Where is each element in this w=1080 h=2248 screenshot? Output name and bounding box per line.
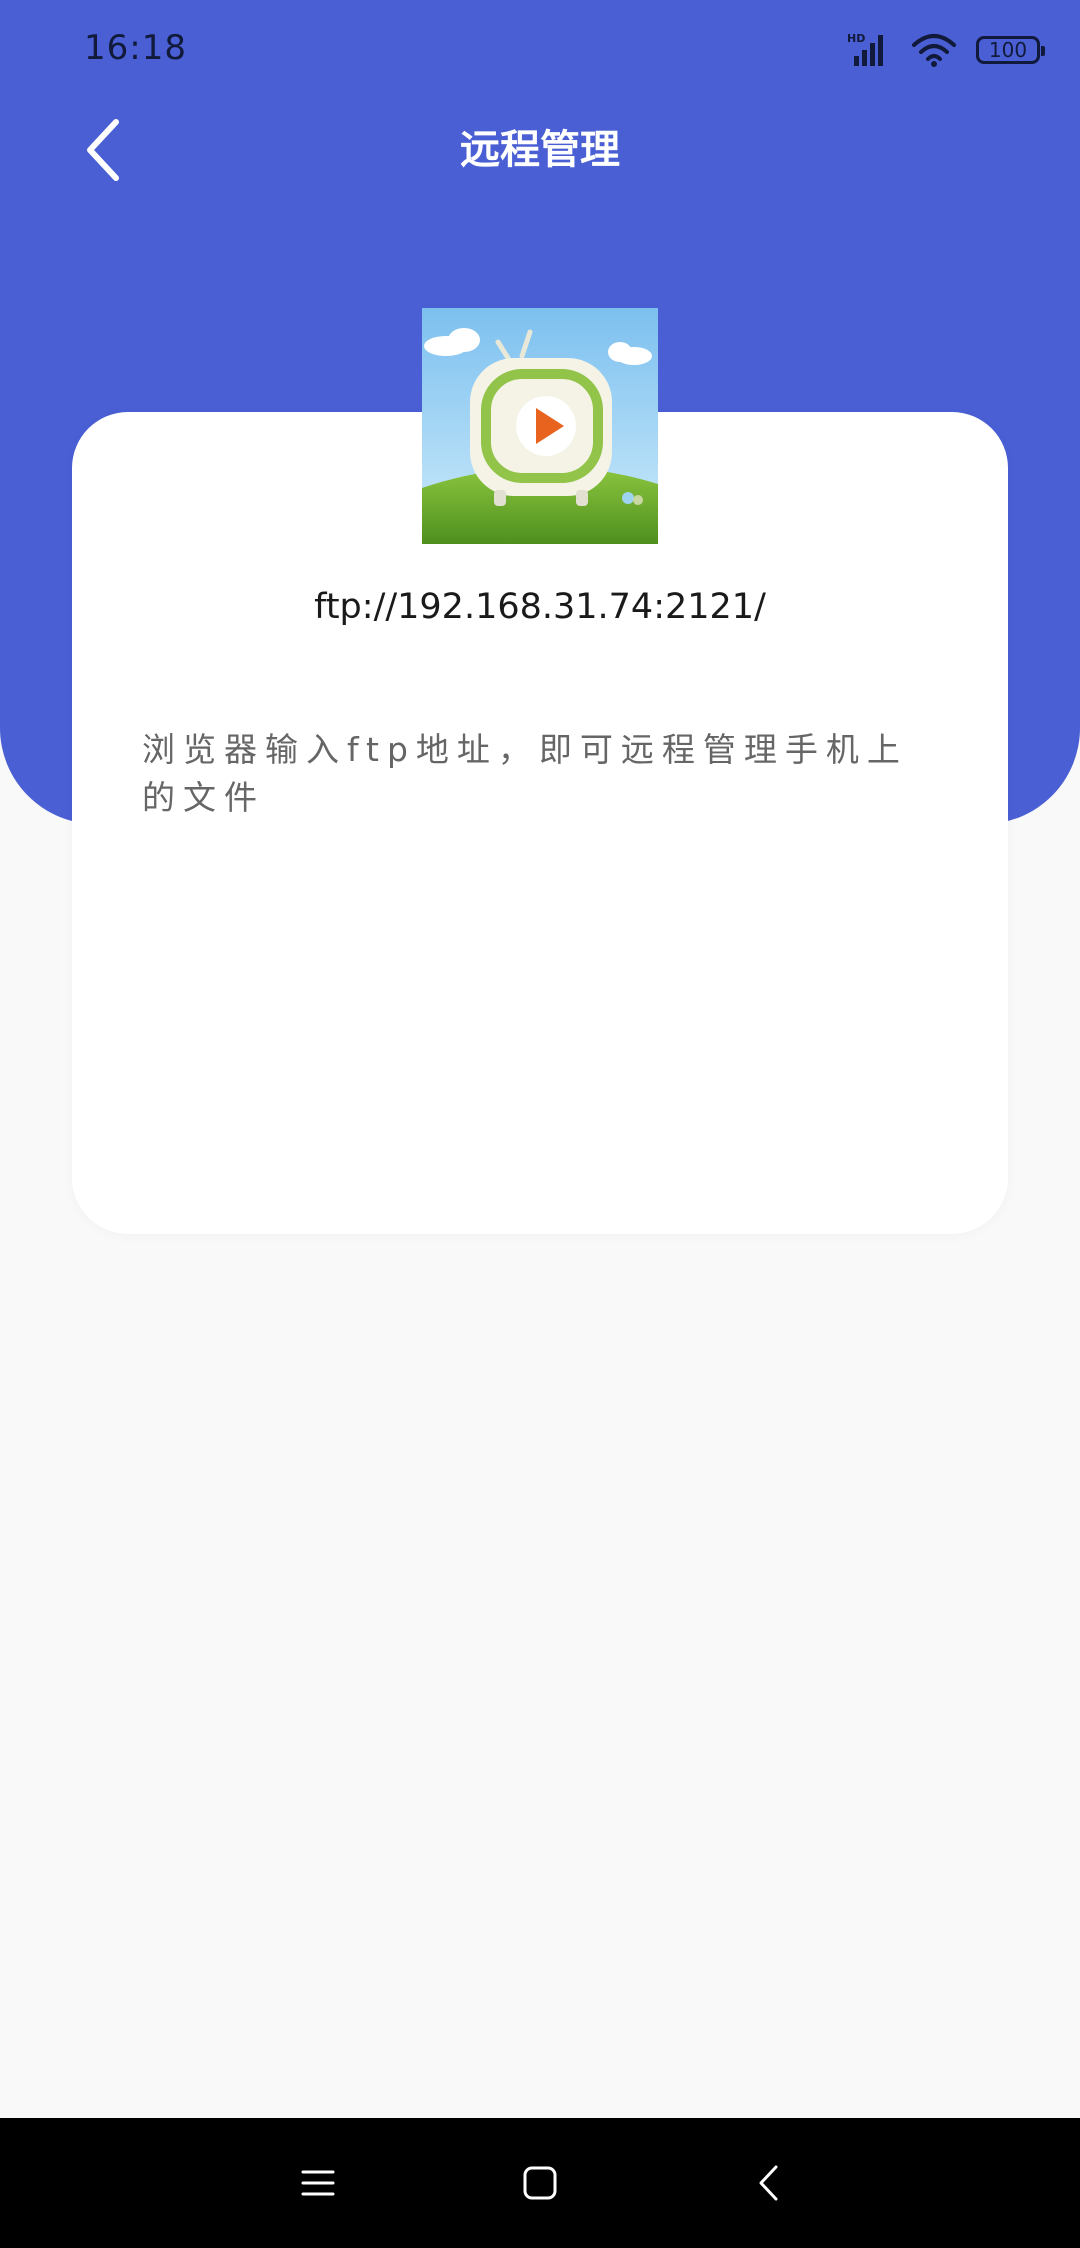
- wifi-icon: [912, 34, 956, 67]
- home-icon: [523, 2166, 557, 2200]
- status-bar: 16:18 HD 100: [0, 0, 1080, 100]
- nav-home-button[interactable]: [502, 2148, 578, 2218]
- hint-text: 浏览器输入ftp地址，即可远程管理手机上的文件: [142, 730, 908, 817]
- signal-icon: HD: [847, 32, 883, 66]
- battery-icon: 100: [976, 36, 1045, 64]
- status-icons: HD 100: [846, 30, 1045, 70]
- nav-menu-button[interactable]: [280, 2148, 356, 2218]
- tv-play-app-icon: [422, 308, 658, 544]
- battery-level: 100: [988, 38, 1028, 62]
- menu-icon: [301, 2170, 335, 2196]
- network-type-label: HD: [847, 32, 865, 45]
- back-icon: [759, 2165, 778, 2201]
- nav-back-button[interactable]: [730, 2148, 806, 2218]
- page-title: 远程管理: [460, 127, 620, 173]
- system-navigation-bar: [0, 2118, 1080, 2248]
- status-time: 16:18: [84, 28, 187, 68]
- ftp-address: ftp://192.168.31.74:2121/: [314, 587, 766, 627]
